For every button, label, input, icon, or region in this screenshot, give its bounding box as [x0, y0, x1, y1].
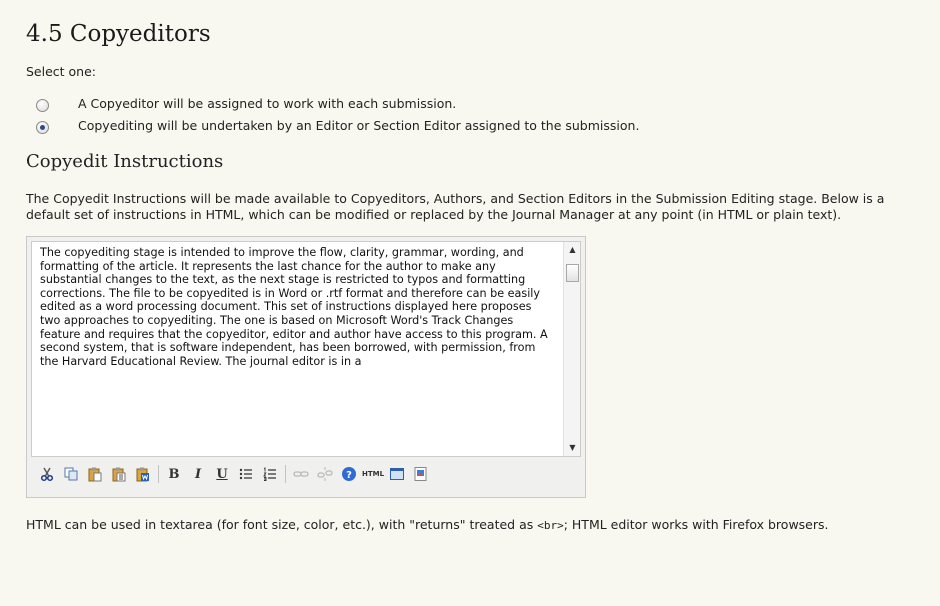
paste-text-icon[interactable] — [109, 464, 129, 484]
link-icon[interactable] — [291, 464, 311, 484]
note-text-before: HTML can be used in textarea (for font s… — [26, 517, 538, 532]
select-one-label: Select one: — [26, 64, 97, 79]
copyedit-instructions-heading: Copyedit Instructions — [26, 151, 224, 172]
italic-button[interactable]: I — [188, 464, 208, 484]
scroll-thumb[interactable] — [566, 264, 579, 282]
paste-icon[interactable] — [85, 464, 105, 484]
toolbar-separator — [158, 465, 159, 483]
scroll-up-arrow[interactable]: ▲ — [564, 242, 580, 258]
copyeditors-page: 4.5 Copyeditors Select one: A Copyeditor… — [0, 0, 940, 534]
html-icon[interactable]: HTML — [362, 464, 384, 484]
editor-scrollbar[interactable]: ▲ ▼ — [563, 242, 580, 456]
scroll-down-arrow[interactable]: ▼ — [564, 440, 580, 456]
section-title: 4.5 Copyeditors — [26, 21, 211, 47]
cut-icon[interactable] — [37, 464, 57, 484]
fullscreen-icon[interactable] — [387, 464, 407, 484]
bold-button[interactable]: B — [164, 464, 184, 484]
bullet-list-icon[interactable] — [236, 464, 256, 484]
editor-textarea[interactable]: The copyediting stage is intended to imp… — [31, 241, 581, 457]
unlink-icon[interactable] — [315, 464, 335, 484]
option-assign-copyeditor[interactable]: A Copyeditor will be assigned to work wi… — [36, 92, 926, 114]
copyedit-instructions-description: The Copyedit Instructions will be made a… — [26, 191, 885, 222]
option-label-assign-copyeditor: A Copyeditor will be assigned to work wi… — [78, 95, 457, 111]
copy-icon[interactable] — [61, 464, 81, 484]
option-editor-copyedits[interactable]: Copyediting will be undertaken by an Edi… — [36, 114, 926, 136]
radio-assign-copyeditor[interactable] — [36, 98, 49, 112]
image-icon[interactable] — [411, 464, 431, 484]
editor-toolbar: B I U ? HTML — [31, 457, 581, 491]
radio-editor-copyedits[interactable] — [36, 120, 49, 134]
note-text-after: ; HTML editor works with Firefox browser… — [563, 517, 829, 532]
underline-button[interactable]: U — [212, 464, 232, 484]
html-usage-note: HTML can be used in textarea (for font s… — [26, 517, 926, 534]
toolbar-separator — [285, 465, 286, 483]
option-label-editor-copyedits: Copyediting will be undertaken by an Edi… — [78, 117, 640, 133]
svg-text:?: ? — [346, 470, 352, 481]
numbered-list-icon[interactable] — [260, 464, 280, 484]
copyeditor-options: A Copyeditor will be assigned to work wi… — [26, 92, 926, 136]
editor-content[interactable]: The copyediting stage is intended to imp… — [32, 242, 562, 456]
rich-text-editor: The copyediting stage is intended to imp… — [26, 236, 586, 498]
help-icon[interactable]: ? — [339, 464, 359, 484]
br-code: <br> — [537, 519, 564, 532]
paste-word-icon[interactable] — [133, 464, 153, 484]
